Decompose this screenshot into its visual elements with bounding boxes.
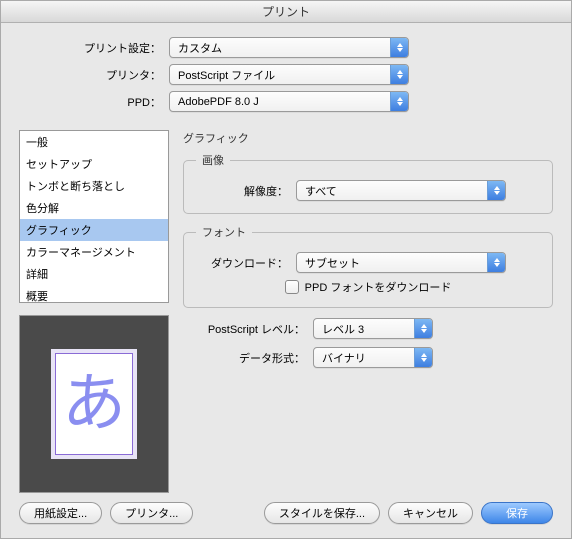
resolution-select[interactable]: すべて: [296, 180, 506, 201]
font-legend: フォント: [196, 224, 252, 240]
ps-level-value: レベル 3: [322, 321, 414, 337]
page-setup-button[interactable]: 用紙設定...: [19, 502, 102, 524]
image-group: 画像 解像度： すべて: [183, 152, 553, 214]
section-title: グラフィック: [183, 130, 553, 146]
updown-icon: [414, 319, 432, 338]
page-preview: あ: [19, 315, 169, 493]
panel-list[interactable]: 一般セットアップトンボと断ち落とし色分解グラフィックカラーマネージメント詳細概要: [19, 130, 169, 303]
updown-icon: [390, 65, 408, 84]
right-column: グラフィック 画像 解像度： すべて フォント ダウンロード：: [183, 130, 553, 494]
preset-value: カスタム: [178, 40, 390, 56]
image-legend: 画像: [196, 152, 230, 168]
left-column: 一般セットアップトンボと断ち落とし色分解グラフィックカラーマネージメント詳細概要…: [19, 130, 169, 494]
updown-icon: [487, 253, 505, 272]
button-bar: 用紙設定... プリンタ... スタイルを保存... キャンセル 保存: [19, 494, 553, 524]
ppd-value: AdobePDF 8.0 J: [178, 96, 390, 108]
main-area: 一般セットアップトンボと断ち落とし色分解グラフィックカラーマネージメント詳細概要…: [19, 130, 553, 494]
panel-list-item[interactable]: 詳細: [20, 263, 168, 285]
panel-list-item[interactable]: 一般: [20, 131, 168, 153]
ps-level-select[interactable]: レベル 3: [313, 318, 433, 339]
panel-list-item[interactable]: 色分解: [20, 197, 168, 219]
window-title: プリント: [1, 1, 571, 23]
data-format-select[interactable]: バイナリ: [313, 347, 433, 368]
save-style-button[interactable]: スタイルを保存...: [264, 502, 380, 524]
download-select[interactable]: サブセット: [296, 252, 506, 273]
preset-label: プリント設定：: [19, 40, 169, 56]
updown-icon: [414, 348, 432, 367]
download-value: サブセット: [305, 255, 487, 271]
dialog-content: プリント設定： カスタム プリンタ： PostScript ファイル PPD： …: [1, 23, 571, 538]
print-dialog: プリント プリント設定： カスタム プリンタ： PostScript ファイル …: [0, 0, 572, 539]
printer-button[interactable]: プリンタ...: [110, 502, 193, 524]
updown-icon: [390, 92, 408, 111]
printer-select[interactable]: PostScript ファイル: [169, 64, 409, 85]
panel-list-item[interactable]: カラーマネージメント: [20, 241, 168, 263]
updown-icon: [487, 181, 505, 200]
printer-value: PostScript ファイル: [178, 67, 390, 83]
ppd-label: PPD：: [19, 94, 169, 110]
data-format-label: データ形式：: [183, 350, 313, 366]
panel-list-item[interactable]: 概要: [20, 285, 168, 303]
panel-list-item[interactable]: トンボと断ち落とし: [20, 175, 168, 197]
updown-icon: [390, 38, 408, 57]
data-format-value: バイナリ: [322, 350, 414, 366]
panel-list-item[interactable]: グラフィック: [20, 219, 168, 241]
ppd-select[interactable]: AdobePDF 8.0 J: [169, 91, 409, 112]
preview-glyph: あ: [62, 372, 126, 436]
ppd-download-checkbox[interactable]: [285, 280, 299, 294]
download-label: ダウンロード：: [196, 255, 296, 271]
ps-level-label: PostScript レベル：: [183, 321, 313, 337]
resolution-value: すべて: [305, 183, 487, 199]
preset-select[interactable]: カスタム: [169, 37, 409, 58]
ppd-download-label: PPD フォントをダウンロード: [305, 279, 452, 295]
save-button[interactable]: 保存: [481, 502, 553, 524]
cancel-button[interactable]: キャンセル: [388, 502, 473, 524]
resolution-label: 解像度：: [196, 183, 296, 199]
printer-label: プリンタ：: [19, 67, 169, 83]
top-settings: プリント設定： カスタム プリンタ： PostScript ファイル PPD： …: [19, 37, 553, 118]
panel-list-item[interactable]: セットアップ: [20, 153, 168, 175]
font-group: フォント ダウンロード： サブセット PPD フォントをダウンロード: [183, 224, 553, 308]
preview-paper: あ: [55, 353, 133, 455]
